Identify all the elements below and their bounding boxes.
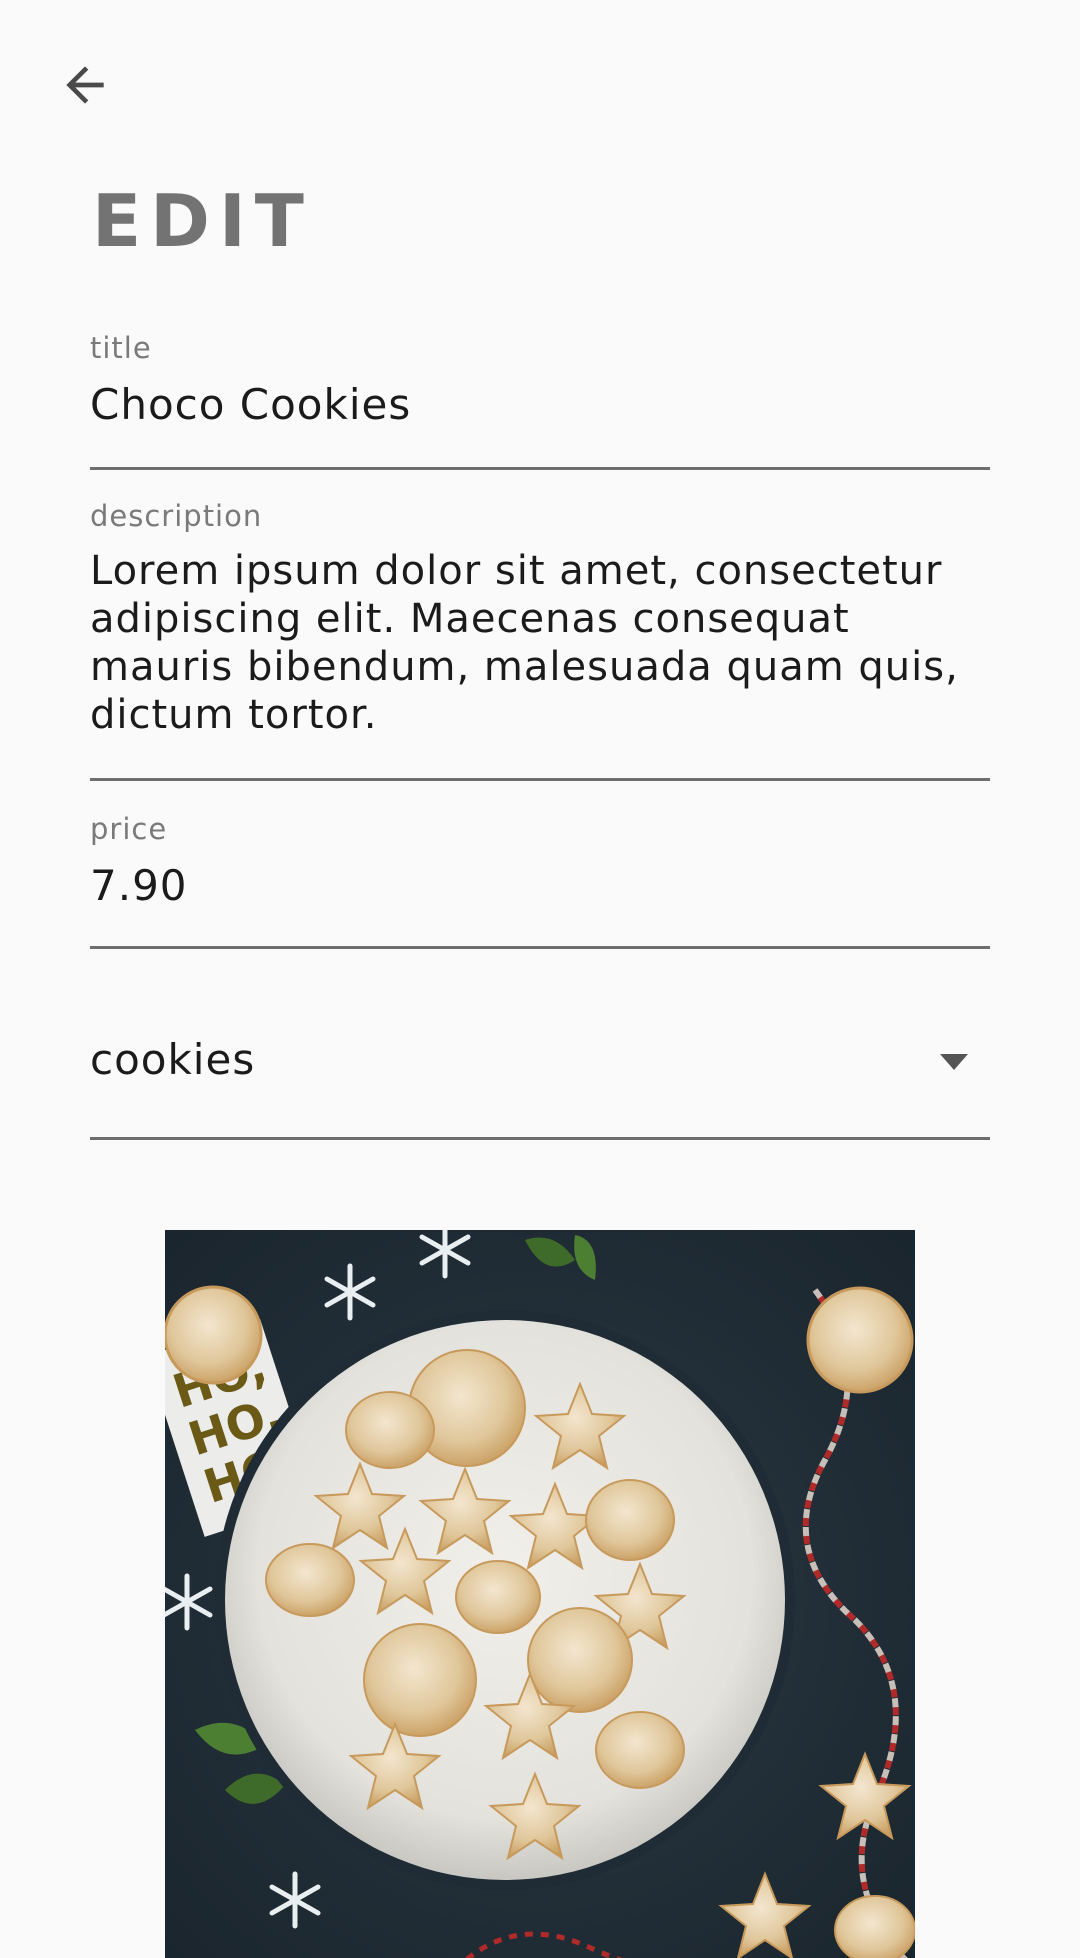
price-input[interactable]: 7.90 [90,862,990,910]
description-input[interactable]: Lorem ipsum dolor sit amet, consectetur … [90,547,990,739]
page-title: EDIT [92,179,313,263]
price-field[interactable]: price 7.90 [90,815,990,949]
title-field[interactable]: title Choco Cookies [90,334,990,470]
description-field[interactable]: description Lorem ipsum dolor sit amet, … [90,502,990,781]
dropdown-arrow-icon[interactable] [938,1052,970,1072]
description-label: description [90,499,263,533]
category-selected-value: cookies [90,1035,256,1084]
title-label: title [90,331,152,365]
title-input[interactable]: Choco Cookies [90,381,990,429]
price-label: price [90,812,168,846]
back-button[interactable] [40,40,130,130]
cookies-photo: HO, HO, HO [165,1230,915,1958]
arrow-back-icon [66,66,104,104]
product-image[interactable]: HO, HO, HO [165,1230,915,1958]
edit-screen: EDIT title Choco Cookies description Lor… [0,0,1080,1958]
category-dropdown[interactable]: cookies [90,990,990,1140]
